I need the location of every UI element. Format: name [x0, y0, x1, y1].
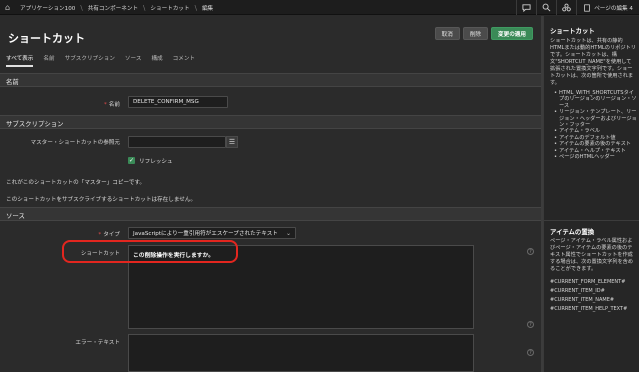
help-icon[interactable]: ?	[527, 248, 534, 255]
name-label: * 名前	[104, 102, 120, 108]
breadcrumb-separator: \	[80, 3, 83, 12]
edit-page-button[interactable]: ページの編集 4	[576, 0, 639, 15]
tab-subscription[interactable]: サブスクリプション	[65, 54, 115, 67]
breadcrumb-separator: \	[194, 3, 197, 12]
type-select-value: JavaScriptにより一重引用符がエスケープされたテキスト	[133, 231, 278, 237]
substitution-string: #CURRENT_ITEM_HELP_TEXT#	[550, 306, 628, 312]
section-title-subscription: サブスクリプション	[6, 120, 64, 128]
home-icon[interactable]: ⌂	[5, 3, 14, 12]
chat-icon[interactable]	[516, 0, 536, 15]
refresh-label: リフレッシュ	[139, 159, 173, 165]
section-header-name[interactable]: 名前	[0, 73, 541, 87]
help-icon[interactable]: ?	[527, 321, 534, 328]
cancel-button[interactable]: 取消	[434, 27, 460, 40]
type-select[interactable]: JavaScriptにより一重引用符がエスケープされたテキスト ⌄	[128, 227, 296, 239]
section-title-source: ソース	[6, 212, 25, 220]
sidebar-item-title: アイテムの置換	[550, 228, 595, 236]
substitution-string: #CURRENT_ITEM_NAME#	[550, 297, 615, 303]
breadcrumb-separator: \	[143, 3, 146, 12]
breadcrumb-shared-components[interactable]: 共有コンポーネント	[88, 4, 138, 12]
sidebar-shortcut-title: ショートカット	[550, 27, 595, 35]
tab-source[interactable]: ソース	[125, 54, 142, 67]
name-field[interactable]: DELETE_CONFIRM_MSG	[128, 96, 228, 108]
help-sidebar: ショートカット ショートカットは、共有の静的HTMLまたは動的HTMLのリポジト…	[543, 16, 639, 372]
list-item: リージョン・テンプレート、リージョン・ヘッダーおよびリージョン・フッター	[554, 109, 638, 128]
highlight-box	[62, 240, 238, 263]
section-tabs: すべて表示 名前 サブスクリプション ソース 構成 コメント	[6, 54, 195, 67]
search-icon[interactable]	[536, 0, 556, 15]
master-copy-note: これがこのショートカットの「マスター」コピーです。	[6, 180, 145, 186]
chevron-down-icon: ⌄	[285, 230, 291, 237]
tab-comments[interactable]: コメント	[173, 54, 195, 67]
tab-name[interactable]: 名前	[43, 54, 54, 67]
breadcrumb-shortcuts[interactable]: ショートカット	[150, 4, 189, 12]
breadcrumb-application[interactable]: アプリケーション100	[20, 4, 75, 12]
error-text-label: エラー・テキスト	[75, 340, 120, 346]
section-header-source[interactable]: ソース	[0, 207, 541, 221]
main-content: ショートカット 取消 削除 変更の適用 すべて表示 名前 サブスクリプション ソ…	[0, 16, 541, 372]
top-bar: ⌂ アプリケーション100 \ 共有コンポーネント \ ショートカット \ 編集…	[0, 0, 639, 15]
tab-show-all[interactable]: すべて表示	[6, 54, 34, 67]
help-icon[interactable]: ?	[527, 349, 534, 356]
sidebar-usage-list: HTML_WITH_SHORTCUTSタイプのリージョンのリージョン・ソース リ…	[554, 90, 638, 161]
list-item: HTML_WITH_SHORTCUTSタイプのリージョンのリージョン・ソース	[554, 90, 638, 109]
breadcrumb-edit: 編集	[201, 5, 214, 12]
master-shortcut-label: マスター・ショートカットの参照元	[30, 140, 120, 146]
section-title-name: 名前	[6, 78, 19, 86]
page-icon	[584, 3, 591, 12]
page-title: ショートカット	[8, 32, 85, 45]
tab-configuration[interactable]: 構成	[151, 54, 162, 67]
refresh-checkbox[interactable]: ✓	[128, 157, 135, 164]
list-icon[interactable]: ☰	[226, 136, 238, 148]
type-label: * タイプ	[98, 232, 120, 238]
sidebar-shortcut-text: ショートカットは、共有の静的HTMLまたは動的HTMLのリポジトリです。ショート…	[550, 38, 636, 86]
breadcrumb: アプリケーション100 \ 共有コンポーネント \ ショートカット \ 編集	[20, 0, 213, 15]
delete-button[interactable]: 削除	[462, 27, 489, 40]
shared-components-icon[interactable]	[556, 0, 576, 15]
sidebar-divider	[544, 220, 639, 221]
section-header-subscription[interactable]: サブスクリプション	[0, 115, 541, 129]
edit-page-label: ページの編集 4	[594, 5, 633, 12]
substitution-string: #CURRENT_ITEM_ID#	[550, 288, 605, 294]
master-shortcut-field[interactable]	[128, 136, 226, 148]
apply-changes-button[interactable]: 変更の適用	[491, 27, 533, 40]
no-subscribers-note: このショートカットをサブスクライブするショートカットは存在しません。	[6, 197, 197, 203]
substitution-string: #CURRENT_FORM_ELEMENT#	[550, 279, 626, 285]
list-item: ページのHTMLヘッダー	[554, 154, 638, 161]
error-text-textarea[interactable]	[128, 334, 474, 372]
sidebar-item-text: ページ・アイテム・ラベル属性およびページ・アイテムの要素の後のテキスト属性でショ…	[550, 238, 634, 272]
